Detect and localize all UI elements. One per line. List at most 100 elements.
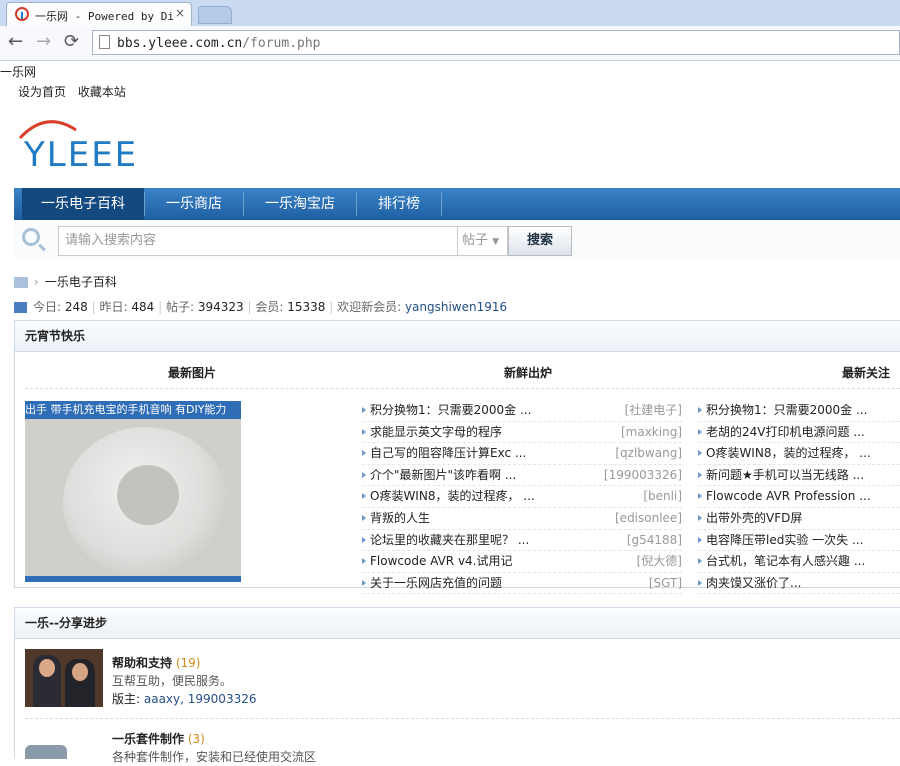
nav-item-wiki[interactable]: 一乐电子百科: [22, 188, 144, 220]
post-title[interactable]: Flowcode AVR Profession ...: [706, 486, 871, 506]
new-tab-button[interactable]: [198, 6, 232, 24]
new-posts-heading: 新鲜出炉: [504, 366, 553, 380]
forum-name[interactable]: 帮助和支持: [112, 656, 172, 670]
forum-help: 帮助和支持 (19) 互帮互助，便民服务。 版主: aaaxy, 1990033…: [112, 654, 256, 708]
post-title[interactable]: 电容降压带led实验 一次失 ...: [706, 530, 863, 550]
browser-tab-bar: 一乐网 - Powered by Dis ×: [0, 0, 900, 26]
forum-kits: 一乐套件制作 (3) 各种套件制作，安装和已经使用交流区: [112, 730, 316, 766]
post-title[interactable]: Flowcode AVR v4.试用记: [370, 551, 513, 571]
hot-post-item[interactable]: 积分换物1：只需要2000金 ...: [698, 400, 900, 422]
hot-post-item[interactable]: 新问题★手机可以当无线路 ...: [698, 465, 900, 487]
post-author[interactable]: [199003326]: [604, 465, 682, 485]
post-author[interactable]: [g54188]: [627, 530, 682, 550]
forum-count: (3): [187, 732, 205, 746]
hot-post-item[interactable]: 老胡的24V打印机电源问题 ...: [698, 422, 900, 444]
search-button[interactable]: 搜索: [508, 226, 572, 256]
browser-tab[interactable]: 一乐网 - Powered by Dis ×: [6, 2, 192, 26]
logo-text: YLEEE: [23, 135, 138, 174]
post-author[interactable]: [benli]: [643, 486, 682, 506]
back-arrow-icon[interactable]: ←: [8, 31, 23, 52]
moderator-links[interactable]: aaaxy, 199003326: [144, 692, 257, 706]
search-scope-select[interactable]: 帖子 ▼: [458, 226, 508, 256]
breadcrumb-separator-icon: ›: [34, 275, 39, 289]
reload-icon[interactable]: ⟳: [64, 31, 79, 52]
new-post-item[interactable]: 背叛的人生 [edisonlee]: [362, 508, 682, 530]
hot-post-item[interactable]: 台式机，笔记本有人感兴趣 ...: [698, 551, 900, 573]
post-author[interactable]: [SGT]: [649, 573, 682, 593]
newest-member-link[interactable]: yangshiwen1916: [405, 300, 507, 314]
new-post-item[interactable]: Flowcode AVR v4.试用记 [倪大德]: [362, 551, 682, 573]
hot-post-item[interactable]: 出带外壳的VFD屏: [698, 508, 900, 530]
hot-posts-heading: 最新关注: [842, 366, 891, 380]
top-links: 设为首页 收藏本站: [18, 83, 134, 100]
post-author[interactable]: [edisonlee]: [615, 508, 682, 528]
post-title[interactable]: 肉夹馍又涨价了...: [706, 573, 801, 593]
new-post-item[interactable]: 介个"最新图片"该咋看啊 ... [199003326]: [362, 465, 682, 487]
search-input[interactable]: 请输入搜索内容: [58, 226, 458, 256]
new-post-item[interactable]: 求能显示英文字母的程序 [maxking]: [362, 422, 682, 444]
hot-post-item[interactable]: Flowcode AVR Profession ...: [698, 486, 900, 508]
nav-item-ranking[interactable]: 排行榜: [357, 188, 441, 220]
moderator-label: 版主:: [112, 692, 141, 706]
hot-post-item[interactable]: 肉夹馍又涨价了...: [698, 573, 900, 595]
tab-close-icon[interactable]: ×: [175, 6, 185, 20]
new-post-item[interactable]: O疼装WIN8，装的过程疼， ... [benli]: [362, 486, 682, 508]
nav-divider: [441, 192, 442, 216]
home-icon[interactable]: [14, 277, 28, 288]
new-post-item[interactable]: 积分换物1：只需要2000金 ... [社建电子]: [362, 400, 682, 422]
hot-posts-list: 积分换物1：只需要2000金 ... 老胡的24V打印机电源问题 ... O疼装WI…: [698, 400, 900, 595]
today-label: 今日:: [33, 300, 62, 314]
latest-images-heading: 最新图片: [168, 366, 217, 380]
site-logo[interactable]: YLEEE: [16, 114, 176, 174]
search-scope-value: 帖子: [462, 233, 489, 248]
forum-description: 互帮互助，便民服务。: [112, 674, 233, 688]
yesterday-count: 484: [131, 300, 155, 314]
hot-post-item[interactable]: O疼装WIN8，装的过程疼， ...: [698, 443, 900, 465]
section-title: 元宵节快乐: [15, 321, 900, 352]
thumb-face: [39, 659, 55, 677]
new-posts-list: 积分换物1：只需要2000金 ... [社建电子] 求能显示英文字母的程序 [maxk…: [362, 400, 682, 595]
url-text: bbs.yleee.com.cn/forum.php: [117, 36, 321, 51]
site-favicon-icon: [15, 7, 29, 21]
new-post-item[interactable]: 论坛里的收藏夹在那里呢？ ... [g54188]: [362, 530, 682, 552]
post-title[interactable]: 老胡的24V打印机电源问题 ...: [706, 422, 865, 442]
bookmark-site-link[interactable]: 收藏本站: [78, 85, 126, 99]
nav-item-taobao[interactable]: 一乐淘宝店: [244, 188, 356, 220]
forum-name[interactable]: 一乐套件制作: [112, 732, 184, 746]
forward-arrow-icon[interactable]: →: [36, 31, 51, 52]
post-title[interactable]: 背叛的人生: [370, 508, 430, 528]
address-bar[interactable]: bbs.yleee.com.cn/forum.php: [92, 30, 900, 55]
post-author[interactable]: [qzlbwang]: [615, 443, 682, 463]
hot-post-item[interactable]: 电容降压带led实验 一次失 ...: [698, 530, 900, 552]
set-homepage-link[interactable]: 设为首页: [18, 85, 66, 99]
divider: [25, 388, 900, 389]
post-author[interactable]: [maxking]: [621, 422, 682, 442]
forum-thumbnail[interactable]: [25, 649, 103, 707]
post-author[interactable]: [倪大德]: [637, 551, 682, 571]
post-title[interactable]: 出带外壳的VFD屏: [706, 508, 802, 528]
post-title[interactable]: 台式机，笔记本有人感兴趣 ...: [706, 551, 865, 571]
post-title[interactable]: 新问题★手机可以当无线路 ...: [706, 465, 864, 485]
latest-image[interactable]: 出手 带手机充电宝的手机音响 有DIY能力: [25, 401, 241, 582]
latest-image-caption: 出手 带手机充电宝的手机音响 有DIY能力: [25, 401, 241, 419]
post-author[interactable]: [社建电子]: [625, 400, 682, 420]
new-post-item[interactable]: 关于一乐网店充值的问题 [SGT]: [362, 573, 682, 595]
members-count: 15338: [287, 300, 326, 314]
new-post-item[interactable]: 自己写的阻容降压计算Exc ... [qzlbwang]: [362, 443, 682, 465]
post-title[interactable]: 自己写的阻容降压计算Exc ...: [370, 443, 526, 463]
post-title[interactable]: O疼装WIN8，装的过程疼， ...: [706, 443, 871, 463]
post-title[interactable]: 论坛里的收藏夹在那里呢？ ...: [370, 530, 529, 550]
posts-count: 394323: [197, 300, 244, 314]
breadcrumb: › 一乐电子百科: [14, 273, 117, 290]
post-title[interactable]: 求能显示英文字母的程序: [370, 422, 502, 442]
post-title[interactable]: 介个"最新图片"该咋看啊 ...: [370, 465, 516, 485]
post-title[interactable]: 积分换物1：只需要2000金 ...: [370, 400, 531, 420]
forum-thumbnail[interactable]: [25, 745, 67, 759]
nav-item-store[interactable]: 一乐商店: [145, 188, 243, 220]
breadcrumb-current[interactable]: 一乐电子百科: [45, 275, 117, 289]
post-title[interactable]: O疼装WIN8，装的过程疼， ...: [370, 486, 535, 506]
chevron-down-icon: ▼: [492, 237, 500, 247]
post-title[interactable]: 积分换物1：只需要2000金 ...: [706, 400, 867, 420]
post-title[interactable]: 关于一乐网店充值的问题: [370, 573, 502, 593]
image-footer: [25, 576, 241, 582]
